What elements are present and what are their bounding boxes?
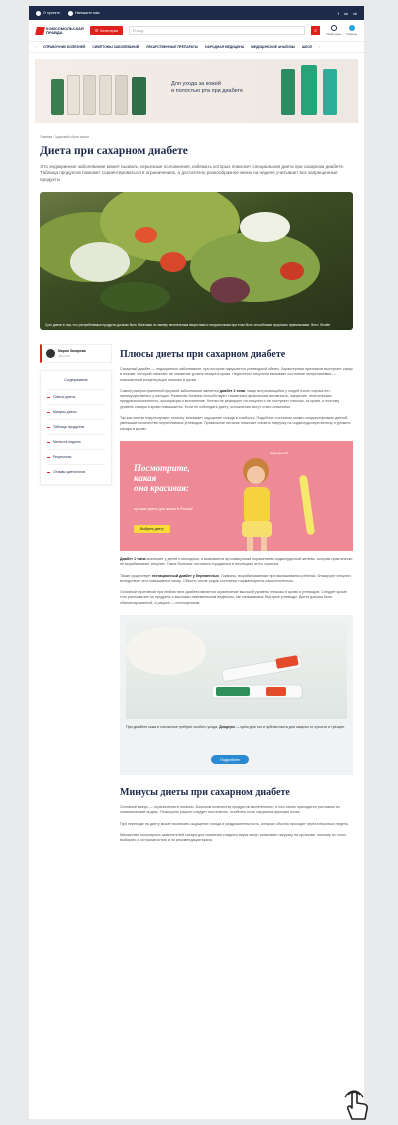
logo-mark-icon <box>35 26 45 35</box>
site-logo[interactable]: КОМСОМОЛЬСКАЯ ПРАВДА <box>35 26 84 35</box>
product-icon <box>99 75 112 115</box>
avatar <box>46 349 55 358</box>
nav-item-school[interactable]: ШКОЛ <box>302 45 312 49</box>
toc-item[interactable]: Результаты <box>47 449 105 464</box>
nav-item-tests[interactable]: МЕДИЦИНСКИЕ АНАЛИЗЫ <box>251 45 295 49</box>
paragraph: Множество популярных заменителей сахара … <box>120 832 347 843</box>
paragraph: Самой распространенной формой заболевани… <box>120 388 340 409</box>
top-ad-banner[interactable]: Для ухода за кожей и полостью рта при диа… <box>35 59 358 123</box>
nav-item-symptoms[interactable]: СИМПТОМЫ ЗАБОЛЕВАНИЙ <box>92 45 139 49</box>
ad-button[interactable]: Выбрать диету <box>134 524 170 533</box>
woman-illustration-icon <box>242 457 272 551</box>
promo-image <box>126 621 347 720</box>
odnoklassniki-icon[interactable]: ok <box>344 11 348 16</box>
toc-title: Содержание <box>64 377 88 382</box>
nav-item-diseases[interactable]: СПРАВОЧНИК БОЛЕЗНЕЙ <box>43 45 85 49</box>
product-icon <box>132 77 146 115</box>
product-icon <box>323 69 337 115</box>
section-title-cons: Минусы диеты при сахарном диабете <box>120 787 290 799</box>
paragraph: Диабет 1 типа возникает у детей и молоде… <box>120 556 353 567</box>
search-button[interactable]: ⌕ <box>311 26 321 35</box>
page: О проекте Напишите нам f ok vk КОМСОМОЛЬ… <box>29 6 364 1119</box>
ad-subtitle: лучшие диеты для жизни в России! <box>134 506 193 511</box>
promo-text: При диабете кожа и слизистые требуют осо… <box>126 725 345 730</box>
facebook-icon[interactable]: f <box>338 11 339 16</box>
hero-image: Суть диеты в том, что употребляемые прод… <box>40 191 353 330</box>
toc-item[interactable]: Отзывы диетологов <box>47 464 105 479</box>
product-icon <box>83 75 96 115</box>
top-bar: О проекте Напишите нам f ok vk <box>29 6 364 20</box>
paragraph: Также существует гестационный диабет у б… <box>120 573 352 583</box>
product-icon <box>115 75 128 115</box>
table-of-contents: Содержание Плюсы диеты Минусы диеты Табл… <box>40 370 112 485</box>
paragraph: Так как клетки недополучают глюкозу, воз… <box>120 416 351 431</box>
paragraph: Сахарный диабет — эндокринное заболевани… <box>120 367 353 382</box>
product-icon <box>301 65 317 115</box>
user-icon <box>330 25 337 31</box>
page-title: Диета при сахарном диабете <box>40 145 188 157</box>
contact-link[interactable]: Напишите нам <box>67 10 99 16</box>
article-lead: Это эндокринное заболевание может вызват… <box>40 164 345 182</box>
breadcrumb[interactable]: Главная / Здоровый образ жизни <box>40 135 364 139</box>
section-title-pros: Плюсы диеты при сахарном диабете <box>120 349 286 360</box>
product-icon <box>281 69 295 115</box>
pointer-hand-icon <box>344 1090 368 1120</box>
toc-item[interactable]: Меню на неделю <box>47 434 105 449</box>
banner-text: Для ухода за кожей и полостью рта при диа… <box>171 81 244 94</box>
mail-icon <box>67 10 73 16</box>
toc-item[interactable]: Таблица продуктов <box>47 419 105 434</box>
info-icon <box>36 10 41 16</box>
cream-tubes-icon <box>126 627 303 699</box>
toc-item[interactable]: Минусы диеты <box>47 404 105 419</box>
search-icon: ⌕ <box>314 27 318 34</box>
details-button[interactable]: Подробнее <box>211 755 249 765</box>
product-icon <box>298 474 316 536</box>
nav-item-folk[interactable]: НАРОДНАЯ МЕДИЦИНА <box>205 45 244 49</box>
product-promo: При диабете кожа и слизистые требуют осо… <box>120 615 353 776</box>
paragraph: Основной противной при любом типе диабет… <box>120 590 347 605</box>
product-icon <box>67 75 80 115</box>
author-card[interactable]: Мария Захарова Автор КП <box>40 344 112 363</box>
author-role: Автор КП <box>58 354 71 358</box>
vk-icon[interactable]: vk <box>353 11 357 16</box>
main-nav: ‹ СПРАВОЧНИК БОЛЕЗНЕЙ СИМПТОМЫ ЗАБОЛЕВАН… <box>29 42 364 53</box>
help-link[interactable]: Помощь <box>346 25 357 36</box>
search-input[interactable]: Я ищу <box>129 26 306 35</box>
product-icon <box>51 79 64 115</box>
inline-ad-banner[interactable]: Здоровье КП Посмотрите, какая она красивая… <box>120 440 353 551</box>
nav-next-icon[interactable]: › <box>319 45 320 49</box>
social-links: f ok vk <box>338 11 357 16</box>
about-link[interactable]: О проекте <box>36 10 60 16</box>
categories-button[interactable]: ☰ Категории <box>89 26 124 35</box>
nav-prev-icon[interactable]: ‹ <box>35 45 36 49</box>
paragraph: Основной минус — ограничения в питании. … <box>120 805 341 815</box>
ad-title: Посмотрите, какая она красивая: <box>134 462 190 493</box>
prices-link[interactable]: Узнай цены <box>326 25 341 36</box>
nav-item-drugs[interactable]: ЛЕКАРСТВЕННЫЕ ПРЕПАРАТЫ <box>146 45 198 49</box>
hero-caption: Суть диеты в том, что употребляемые прод… <box>45 322 331 327</box>
author-name: Мария Захарова <box>58 349 86 353</box>
site-header: КОМСОМОЛЬСКАЯ ПРАВДА ☰ Категории Я ищу ⌕ У… <box>29 20 364 42</box>
toc-item[interactable]: Плюсы диеты <box>47 389 105 404</box>
paragraph: При переходе на диету может возникать ощ… <box>120 821 349 826</box>
sidebar: Мария Захарова Автор КП Содержание Плюсы … <box>40 344 112 485</box>
telegram-icon <box>348 25 355 31</box>
article-main: Плюсы диеты при сахарном диабете Сахарны… <box>120 349 353 844</box>
menu-icon: ☰ <box>94 29 99 33</box>
header-icons: Узнай цены Помощь <box>326 25 357 36</box>
